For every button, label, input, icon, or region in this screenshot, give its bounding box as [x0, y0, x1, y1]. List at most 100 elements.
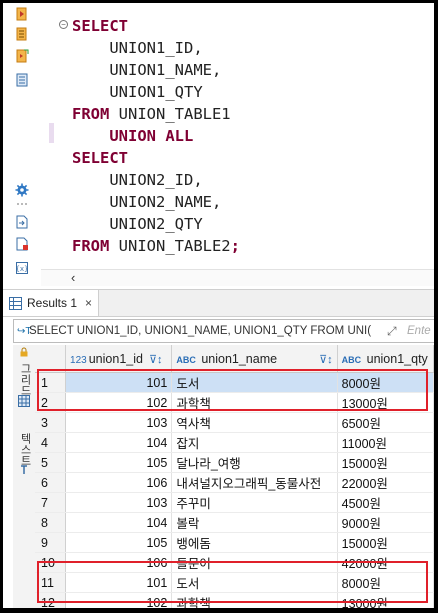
- text-type-icon: ABC: [176, 354, 196, 365]
- tab-results-1[interactable]: Results 1 ×: [3, 290, 100, 316]
- save-script-icon[interactable]: [15, 237, 29, 251]
- cell-union1-qty[interactable]: 42000원: [337, 552, 434, 573]
- cell-union1-id[interactable]: 104: [65, 432, 173, 453]
- row-number[interactable]: 9: [35, 532, 67, 553]
- cell-union1-qty[interactable]: 4500원: [337, 492, 434, 513]
- settings-icon[interactable]: [15, 183, 29, 197]
- cell-union1-name[interactable]: 도서: [171, 572, 338, 593]
- row-number[interactable]: 8: [35, 512, 67, 533]
- execute-statement-icon[interactable]: [15, 7, 29, 21]
- variables-icon[interactable]: {x}: [15, 261, 29, 275]
- sql-editor[interactable]: − SELECT UNION1_ID, UNION1_NAME, UNION1_…: [41, 3, 434, 268]
- table-row[interactable]: 1 101 도서 8000원: [35, 372, 434, 393]
- cell-union1-qty[interactable]: 13000원: [337, 392, 434, 413]
- cell-union1-id[interactable]: 102: [65, 592, 173, 608]
- row-number[interactable]: 3: [35, 412, 67, 433]
- cell-union1-name[interactable]: 주꾸미: [171, 492, 338, 513]
- cell-union1-id[interactable]: 103: [65, 412, 173, 433]
- column-header-union1-name[interactable]: ABC union1_name ⊽↕: [171, 345, 338, 373]
- cell-union1-qty[interactable]: 11000원: [337, 432, 434, 453]
- row-number[interactable]: 12: [35, 592, 67, 608]
- sql-keyword: UNION ALL: [109, 127, 194, 145]
- cell-union1-qty[interactable]: 8000원: [337, 572, 434, 593]
- table-row[interactable]: 7 103 주꾸미 4500원: [35, 492, 434, 513]
- cell-union1-name[interactable]: 뱅에돔: [171, 532, 338, 553]
- cell-union1-qty[interactable]: 13000원: [337, 592, 434, 608]
- cell-union1-id[interactable]: 105: [65, 532, 173, 553]
- table-row[interactable]: 9 105 뱅에돔 15000원: [35, 532, 434, 553]
- cell-union1-id[interactable]: 102: [65, 392, 173, 413]
- sql-identifier: UNION_TABLE1: [109, 105, 231, 123]
- cell-union1-qty[interactable]: 9000원: [337, 512, 434, 533]
- table-row[interactable]: 6 106 내셔널지오그래픽_동물사전 22000원: [35, 472, 434, 493]
- cell-union1-qty[interactable]: 6500원: [337, 412, 434, 433]
- table-row[interactable]: 12 102 과학책 13000원: [35, 592, 434, 608]
- expand-icon[interactable]: ⤢: [387, 320, 405, 342]
- sql-keyword: SELECT: [72, 149, 128, 167]
- column-header-union1-qty[interactable]: ABC union1_qty: [337, 345, 434, 373]
- column-header-union1-id[interactable]: 123 union1_id ⊽↕: [65, 345, 173, 373]
- code-line: UNION1_NAME,: [72, 59, 221, 81]
- close-icon[interactable]: ×: [85, 296, 92, 310]
- cell-union1-qty[interactable]: 8000원: [337, 372, 434, 393]
- cell-union1-name[interactable]: 달나라_여행: [171, 452, 338, 473]
- scroll-left-icon[interactable]: ‹: [71, 270, 75, 285]
- sql-keyword: ;: [230, 237, 240, 255]
- filter-sort-icon[interactable]: ⊽↕: [319, 354, 333, 366]
- cell-union1-name[interactable]: 과학책: [171, 592, 338, 608]
- cell-union1-name[interactable]: 볼락: [171, 512, 338, 533]
- cell-union1-name[interactable]: 과학책: [171, 392, 338, 413]
- cell-union1-id[interactable]: 104: [65, 512, 173, 533]
- cell-union1-qty[interactable]: 15000원: [337, 532, 434, 553]
- cell-union1-qty[interactable]: 22000원: [337, 472, 434, 493]
- table-row[interactable]: 3 103 역사책 6500원: [35, 412, 434, 433]
- row-number[interactable]: 5: [35, 452, 67, 473]
- table-row[interactable]: 4 104 잡지 11000원: [35, 432, 434, 453]
- load-script-icon[interactable]: [15, 215, 29, 229]
- row-number[interactable]: 2: [35, 392, 67, 413]
- filter-sort-icon[interactable]: ⊽↕: [149, 354, 163, 366]
- table-row[interactable]: 10 106 돌문어 42000원: [35, 552, 434, 573]
- row-number[interactable]: 4: [35, 432, 67, 453]
- cell-union1-name[interactable]: 역사책: [171, 412, 338, 433]
- table-row[interactable]: 11 101 도서 8000원: [35, 572, 434, 593]
- filter-placeholder[interactable]: Ente: [407, 320, 431, 342]
- results-grid[interactable]: 123 union1_id ⊽↕ ABC union1_name ⊽↕ ABC uni…: [35, 345, 434, 608]
- cell-union1-id[interactable]: 106: [65, 472, 173, 493]
- explain-plan-icon[interactable]: [15, 73, 29, 87]
- editor-horizontal-scrollbar[interactable]: ‹: [41, 269, 434, 286]
- text-view-tab[interactable]: 텍스트: [17, 433, 33, 466]
- fold-toggle-icon[interactable]: −: [59, 20, 68, 29]
- editor-tool-strip: {x}: [3, 3, 41, 285]
- sql-query-icon: ↪T: [17, 326, 32, 337]
- sql-keyword: FROM: [72, 105, 110, 123]
- grid-header-row: 123 union1_id ⊽↕ ABC union1_name ⊽↕ ABC uni…: [35, 345, 434, 373]
- text-view-icon[interactable]: [19, 465, 29, 475]
- cell-union1-name[interactable]: 내셔널지오그래픽_동물사전: [171, 472, 338, 493]
- row-number[interactable]: 1: [35, 372, 67, 393]
- cell-union1-id[interactable]: 101: [65, 572, 173, 593]
- sql-identifier: UNION1_QTY: [109, 83, 203, 101]
- cell-union1-id[interactable]: 106: [65, 552, 173, 573]
- cell-union1-name[interactable]: 잡지: [171, 432, 338, 453]
- cell-union1-id[interactable]: 105: [65, 452, 173, 473]
- row-number[interactable]: 6: [35, 472, 67, 493]
- query-filter-bar[interactable]: ↪TSELECT UNION1_ID, UNION1_NAME, UNION1_…: [13, 319, 434, 343]
- row-number[interactable]: 7: [35, 492, 67, 513]
- cell-union1-id[interactable]: 103: [65, 492, 173, 513]
- cell-union1-id[interactable]: 101: [65, 372, 173, 393]
- results-tab-bar: Results 1 ×: [3, 289, 434, 317]
- row-number[interactable]: 11: [35, 572, 67, 593]
- table-row[interactable]: 8 104 볼락 9000원: [35, 512, 434, 533]
- grid-view-icon[interactable]: [18, 395, 30, 407]
- table-row[interactable]: 5 105 달나라_여행 15000원: [35, 452, 434, 473]
- execute-new-tab-icon[interactable]: [15, 49, 29, 63]
- cell-union1-name[interactable]: 돌문어: [171, 552, 338, 573]
- grid-view-tab[interactable]: 그리드: [17, 363, 33, 396]
- cell-union1-name[interactable]: 도서: [171, 372, 338, 393]
- execute-script-icon[interactable]: [15, 27, 29, 41]
- separator-dots-icon: [17, 203, 27, 205]
- cell-union1-qty[interactable]: 15000원: [337, 452, 434, 473]
- table-row[interactable]: 2 102 과학책 13000원: [35, 392, 434, 413]
- row-number[interactable]: 10: [35, 552, 67, 573]
